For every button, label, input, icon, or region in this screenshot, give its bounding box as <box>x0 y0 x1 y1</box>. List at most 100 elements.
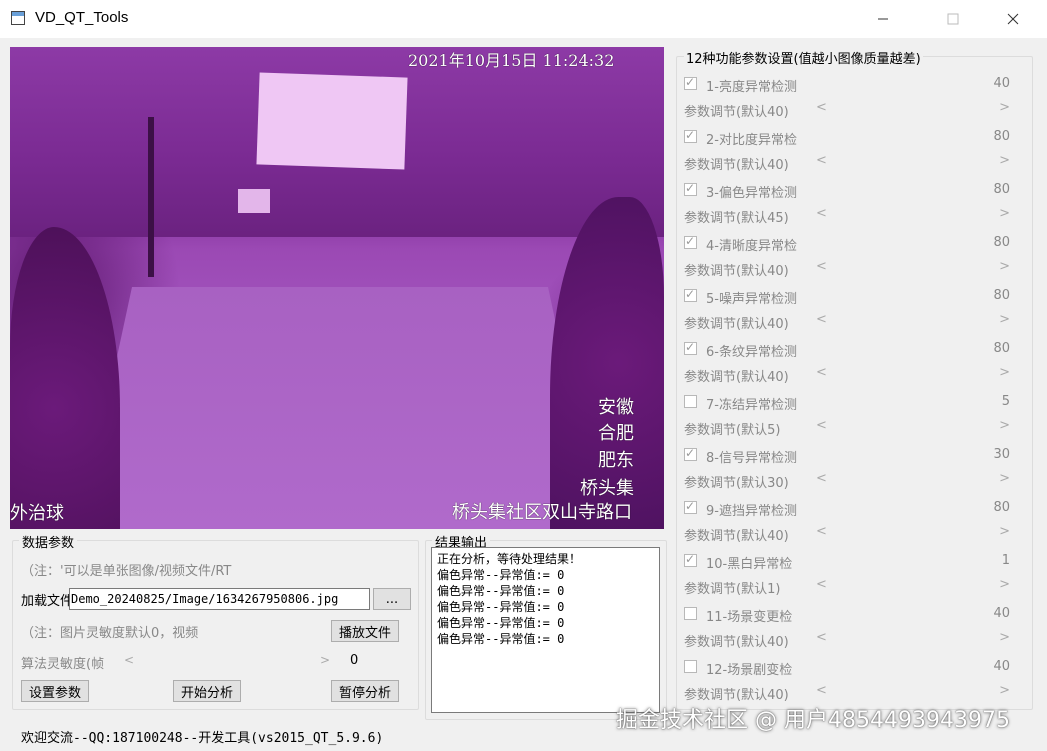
param-label: 7-冻结异常检测 <box>706 398 797 413</box>
chevron-left-icon[interactable]: < <box>816 100 827 115</box>
param-checkbox[interactable] <box>684 395 697 408</box>
chevron-right-icon[interactable]: > <box>999 100 1010 115</box>
result-line: 偏色异常--异常值:= 0 <box>437 600 565 614</box>
param-row: 9-遮挡异常检测 80 <box>684 496 1020 522</box>
param-adjust-row[interactable]: 参数调节(默认40) < > <box>684 364 1020 386</box>
param-adjust-row[interactable]: 参数调节(默认40) < > <box>684 258 1020 280</box>
chevron-right-icon[interactable]: > <box>999 471 1010 486</box>
param-row: 2-对比度异常检 80 <box>684 125 1020 151</box>
param-adjust-label: 参数调节(默认40) <box>684 317 789 332</box>
param-row: 7-冻结异常检测 5 <box>684 390 1020 416</box>
param-row: 8-信号异常检测 30 <box>684 443 1020 469</box>
chevron-left-icon[interactable]: < <box>816 524 827 539</box>
chevron-right-icon[interactable]: > <box>999 312 1010 327</box>
param-adjust-row[interactable]: 参数调节(默认40) < > <box>684 523 1020 545</box>
param-adjust-row[interactable]: 参数调节(默认45) < > <box>684 205 1020 227</box>
pause-analysis-button[interactable]: 暂停分析 <box>331 680 399 702</box>
param-label: 8-信号异常检测 <box>706 451 797 466</box>
chevron-left-icon[interactable]: < <box>816 418 827 433</box>
title-bar: VD_QT_Tools <box>0 0 1047 38</box>
param-checkbox[interactable] <box>684 128 697 143</box>
param-row: 11-场景变更检 40 <box>684 602 1020 628</box>
video-timestamp: 2021年10月15日 11:24:32 <box>408 51 615 70</box>
param-label: 6-条纹异常检测 <box>706 345 797 360</box>
video-osd-line: 桥头集 <box>580 478 634 499</box>
param-value: 80 <box>993 235 1010 250</box>
chevron-left-icon[interactable]: < <box>816 630 827 645</box>
param-row: 12-场景剧变检 40 <box>684 655 1020 681</box>
video-bush-left <box>10 227 120 529</box>
param-checkbox[interactable] <box>684 75 697 90</box>
chevron-left-icon[interactable]: < <box>816 259 827 274</box>
param-checkbox[interactable] <box>684 446 697 461</box>
browse-button[interactable]: ... <box>373 588 411 610</box>
param-adjust-row[interactable]: 参数调节(默认40) < > <box>684 682 1020 704</box>
param-label: 1-亮度异常检测 <box>706 80 797 95</box>
chevron-left-icon[interactable]: < <box>816 683 827 698</box>
param-checkbox[interactable] <box>684 607 697 620</box>
param-checkbox[interactable] <box>684 340 697 355</box>
chevron-right-icon[interactable]: > <box>999 630 1010 645</box>
result-line: 偏色异常--异常值:= 0 <box>437 584 565 598</box>
source-note: （注：'可以是单张图像/视频文件/RT <box>21 564 232 579</box>
chevron-left-icon[interactable]: < <box>816 365 827 380</box>
param-value: 80 <box>993 341 1010 356</box>
param-adjust-label: 参数调节(默认5) <box>684 423 781 438</box>
minimize-button[interactable] <box>860 0 906 38</box>
param-adjust-row[interactable]: 参数调节(默认40) < > <box>684 152 1020 174</box>
chevron-left-icon[interactable]: < <box>124 653 134 667</box>
chevron-left-icon[interactable]: < <box>816 153 827 168</box>
param-checkbox[interactable] <box>684 660 697 673</box>
start-analysis-button[interactable]: 开始分析 <box>173 680 241 702</box>
sensitivity-slider[interactable]: < > <box>124 653 330 667</box>
param-checkbox[interactable] <box>684 287 697 302</box>
param-label: 4-清晰度异常检 <box>706 239 797 254</box>
param-checkbox[interactable] <box>684 181 697 196</box>
param-adjust-row[interactable]: 参数调节(默认40) < > <box>684 629 1020 651</box>
chevron-right-icon[interactable]: > <box>999 259 1010 274</box>
chevron-right-icon[interactable]: > <box>999 683 1010 698</box>
param-value: 40 <box>993 659 1010 674</box>
set-params-button[interactable]: 设置参数 <box>21 680 89 702</box>
chevron-right-icon[interactable]: > <box>999 365 1010 380</box>
result-output[interactable]: 正在分析，等待处理结果！ 偏色异常--异常值:= 0 偏色异常--异常值:= 0… <box>431 547 660 713</box>
param-checkbox[interactable] <box>684 552 697 567</box>
param-value: 80 <box>993 500 1010 515</box>
param-checkbox[interactable] <box>684 234 697 249</box>
chevron-left-icon[interactable]: < <box>816 312 827 327</box>
chevron-right-icon[interactable]: > <box>999 577 1010 592</box>
param-adjust-row[interactable]: 参数调节(默认40) < > <box>684 311 1020 333</box>
play-file-button[interactable]: 播放文件 <box>331 620 399 642</box>
param-adjust-row[interactable]: 参数调节(默认40) < > <box>684 99 1020 121</box>
sensitivity-label: 算法灵敏度(帧 <box>21 657 105 672</box>
param-value: 30 <box>993 447 1010 462</box>
chevron-left-icon[interactable]: < <box>816 471 827 486</box>
chevron-left-icon[interactable]: < <box>816 206 827 221</box>
param-value: 80 <box>993 129 1010 144</box>
chevron-right-icon[interactable]: > <box>320 653 330 667</box>
param-label: 2-对比度异常检 <box>706 133 797 148</box>
maximize-icon <box>947 13 959 25</box>
param-label: 5-噪声异常检测 <box>706 292 797 307</box>
param-adjust-row[interactable]: 参数调节(默认30) < > <box>684 470 1020 492</box>
chevron-left-icon[interactable]: < <box>816 577 827 592</box>
param-value: 5 <box>1001 394 1010 409</box>
maximize-button[interactable] <box>930 0 976 38</box>
param-adjust-row[interactable]: 参数调节(默认1) < > <box>684 576 1020 598</box>
param-row: 6-条纹异常检测 80 <box>684 337 1020 363</box>
data-params-title: 数据参数 <box>19 532 78 551</box>
chevron-right-icon[interactable]: > <box>999 418 1010 433</box>
file-path-input[interactable]: Demo_20240825/Image/1634267950806.jpg <box>69 588 370 610</box>
chevron-right-icon[interactable]: > <box>999 206 1010 221</box>
chevron-right-icon[interactable]: > <box>999 153 1010 168</box>
param-checkbox[interactable] <box>684 499 697 514</box>
param-adjust-label: 参数调节(默认40) <box>684 529 789 544</box>
param-adjust-row[interactable]: 参数调节(默认5) < > <box>684 417 1020 439</box>
param-value: 1 <box>1001 553 1010 568</box>
chevron-right-icon[interactable]: > <box>999 524 1010 539</box>
load-file-label: 加载文件 <box>21 594 71 609</box>
param-adjust-label: 参数调节(默认1) <box>684 582 781 597</box>
video-sign <box>238 189 270 213</box>
result-line: 偏色异常--异常值:= 0 <box>437 568 565 582</box>
close-button[interactable] <box>990 0 1036 38</box>
